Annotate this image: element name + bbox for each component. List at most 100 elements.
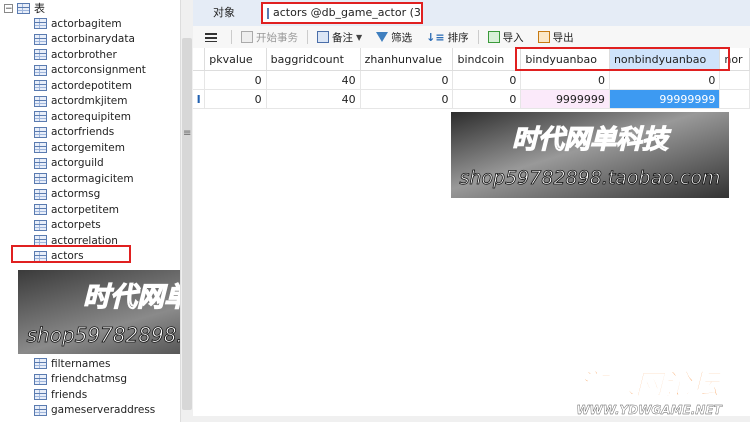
cell-nor[interactable] xyxy=(719,70,750,90)
menu-icon[interactable] xyxy=(205,32,217,42)
tree-item-label: friendchatmsg xyxy=(51,373,128,386)
export-button[interactable]: 导出 xyxy=(531,26,581,48)
export-label: 导出 xyxy=(552,31,574,44)
cell-zhanhunvalue[interactable]: 0 xyxy=(360,70,454,90)
table-icon xyxy=(34,18,47,30)
table-folder-icon xyxy=(17,2,30,14)
table-icon xyxy=(267,7,269,19)
table-icon xyxy=(34,219,47,231)
tree-item-label: actorguild xyxy=(51,157,104,170)
tree-root-tables[interactable]: − 表 xyxy=(4,0,45,16)
column-header-bindcoin[interactable]: bindcoin xyxy=(452,48,522,71)
toolbar-separator xyxy=(231,30,232,44)
row-marker[interactable] xyxy=(193,70,206,90)
cell-bindcoin[interactable]: 0 xyxy=(452,89,522,109)
row-marker[interactable]: I xyxy=(193,89,206,109)
sort-label: 排序 xyxy=(447,31,469,44)
tree-item-gameserveraddress[interactable]: gameserveraddress xyxy=(34,403,155,419)
svg-text:游蝶网论坛: 游蝶网论坛 xyxy=(579,368,723,401)
tree-item-actorpets[interactable]: actorpets xyxy=(34,218,146,234)
cell-bindyuanbao[interactable]: 9999999 xyxy=(520,89,610,109)
editor-panel: 对象 actors @db_game_actor (3h... 开始事务 备注 … xyxy=(193,0,750,422)
tree-item-actorpetitem[interactable]: actorpetitem xyxy=(34,202,146,218)
cell-baggridcount[interactable]: 40 xyxy=(266,70,361,90)
cell-nonbindyuanbao[interactable]: 0 xyxy=(609,70,721,90)
table-list: actorbagitem actorbinarydata actorbrother a… xyxy=(34,16,146,264)
tree-item-actormagicitem[interactable]: actormagicitem xyxy=(34,171,146,187)
table-icon xyxy=(34,358,47,370)
tab-objects[interactable]: 对象 xyxy=(205,2,243,24)
cell-nonbindyuanbao[interactable]: 99999999 xyxy=(609,89,721,109)
tree-item-actorgemitem[interactable]: actorgemitem xyxy=(34,140,146,156)
cell-bindcoin[interactable]: 0 xyxy=(452,70,522,90)
chevron-down-icon[interactable]: ▼ xyxy=(356,33,362,42)
filter-label: 筛选 xyxy=(391,31,413,44)
tab-actors-table[interactable]: actors @db_game_actor (3h... xyxy=(261,2,423,24)
table-row[interactable]: I 0 40 0 0 9999999 99999999 xyxy=(193,89,750,109)
splitter-grip-icon[interactable]: ≡ xyxy=(183,128,191,139)
table-icon xyxy=(34,111,47,123)
scrollbar-thumb[interactable] xyxy=(182,38,192,410)
note-icon xyxy=(317,31,329,43)
tree-item-label: friends xyxy=(51,388,88,401)
tree-item-label: actorpetitem xyxy=(51,203,120,216)
object-navigator: − 表 actorbagitem actorbinarydata actorbrot… xyxy=(0,0,183,422)
tree-item-actorbinarydata[interactable]: actorbinarydata xyxy=(34,32,146,48)
tree-item-label: actorbagitem xyxy=(51,17,122,30)
tree-item-label: gameserveraddress xyxy=(51,404,156,417)
table-icon xyxy=(34,64,47,76)
sort-button[interactable]: ↓≡ 排序 xyxy=(419,26,475,48)
column-header-zhanhunvalue[interactable]: zhanhunvalue xyxy=(360,48,454,71)
tree-item-actorequipitem[interactable]: actorequipitem xyxy=(34,109,146,125)
row-header-corner xyxy=(193,48,206,71)
column-header-pkvalue[interactable]: pkvalue xyxy=(204,48,267,71)
tree-item-label: actorconsignment xyxy=(51,64,146,77)
cell-pkvalue[interactable]: 0 xyxy=(204,70,267,90)
tree-item-filternames[interactable]: filternames xyxy=(34,356,155,372)
tree-item-label: actorequipitem xyxy=(51,110,131,123)
navigator-scrollbar[interactable] xyxy=(180,0,193,422)
highlight-actors-box xyxy=(11,245,131,263)
filter-button[interactable]: 筛选 xyxy=(369,26,419,48)
collapse-icon[interactable]: − xyxy=(4,3,13,13)
tree-item-actorguild[interactable]: actorguild xyxy=(34,156,146,172)
tree-item-friends[interactable]: friends xyxy=(34,387,155,403)
cell-pkvalue[interactable]: 0 xyxy=(204,89,267,109)
tree-item-actorfriends[interactable]: actorfriends xyxy=(34,125,146,141)
note-button[interactable]: 备注 ▼ xyxy=(310,26,369,48)
table-icon xyxy=(34,157,47,169)
cell-bindyuanbao[interactable]: 0 xyxy=(520,70,610,90)
export-icon xyxy=(537,31,550,43)
table-icon xyxy=(34,33,47,45)
table-icon xyxy=(34,204,47,216)
table-icon xyxy=(34,80,47,92)
cell-baggridcount[interactable]: 40 xyxy=(266,89,361,109)
tree-item-actorconsignment[interactable]: actorconsignment xyxy=(34,63,146,79)
table-icon xyxy=(34,142,47,154)
watermark-right: 时代网单科技 shop59782898.taobao.com xyxy=(451,112,729,198)
table-row[interactable]: 0 40 0 0 0 0 xyxy=(193,70,750,90)
table-icon xyxy=(34,173,47,185)
svg-text:时代网单科技: 时代网单科技 xyxy=(83,282,183,313)
tree-item-label: actormsg xyxy=(51,188,101,201)
cell-nor[interactable] xyxy=(719,89,750,109)
import-icon xyxy=(487,31,500,43)
table-icon xyxy=(34,404,47,416)
tree-item-actordepotitem[interactable]: actordepotitem xyxy=(34,78,146,94)
tree-item-actorbrother[interactable]: actorbrother xyxy=(34,47,146,63)
table-icon xyxy=(34,389,47,401)
tree-item-actormsg[interactable]: actormsg xyxy=(34,187,146,203)
tab-actors-label: actors @db_game_actor (3h... xyxy=(273,6,423,19)
begin-transaction-button[interactable]: 开始事务 xyxy=(234,26,305,48)
column-header-baggridcount[interactable]: baggridcount xyxy=(266,48,361,71)
import-button[interactable]: 导入 xyxy=(481,26,531,48)
cell-zhanhunvalue[interactable]: 0 xyxy=(360,89,454,109)
table-icon xyxy=(34,49,47,61)
tree-item-label: actordmkjitem xyxy=(51,95,128,108)
tree-item-friendchatmsg[interactable]: friendchatmsg xyxy=(34,372,155,388)
tree-item-label: actorpets xyxy=(51,219,101,232)
toolbar-separator xyxy=(307,30,308,44)
tree-item-actordmkjitem[interactable]: actordmkjitem xyxy=(34,94,146,110)
tree-item-actorbagitem[interactable]: actorbagitem xyxy=(34,16,146,32)
tree-item-label: actormagicitem xyxy=(51,172,134,185)
